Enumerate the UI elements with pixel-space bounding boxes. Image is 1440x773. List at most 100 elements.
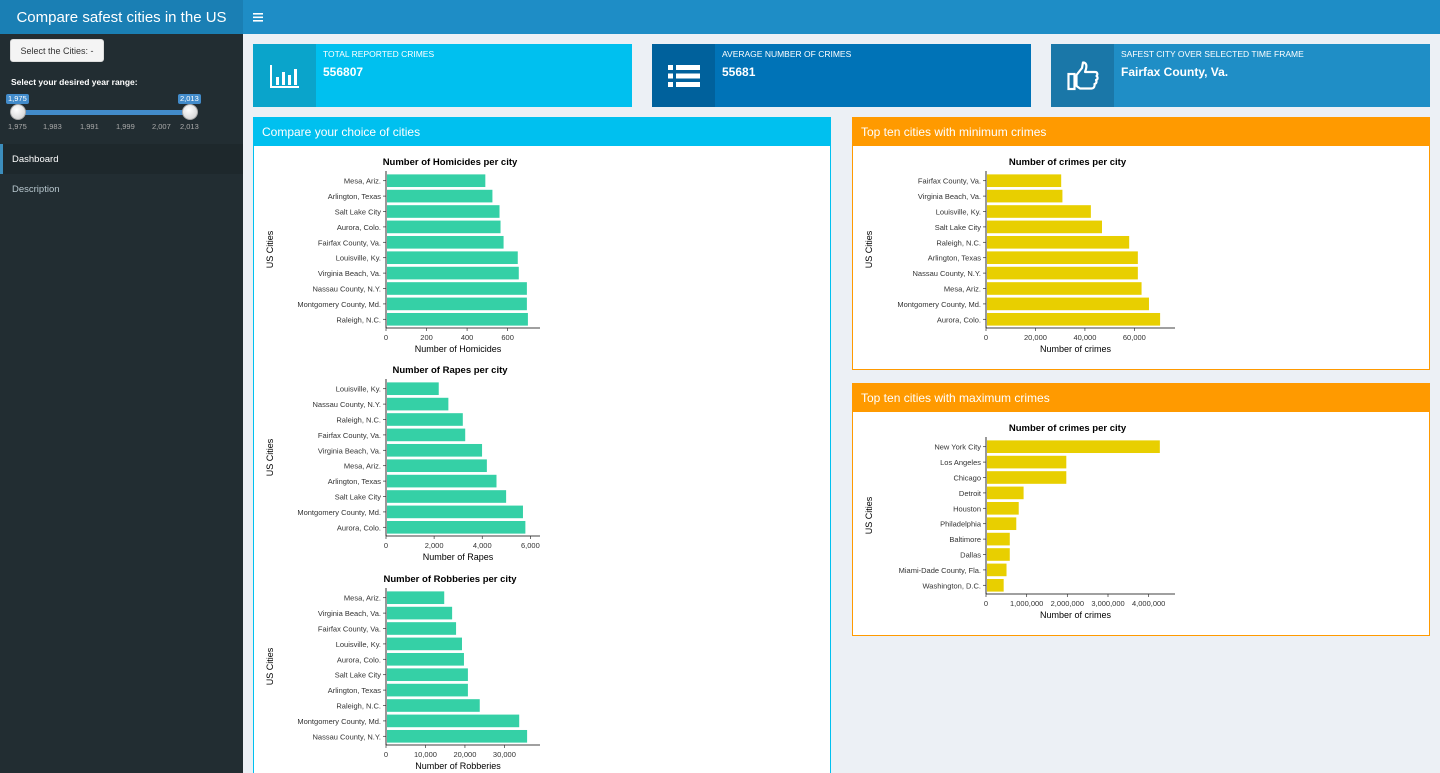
bar-salt-lake-city [387, 668, 468, 682]
menu-item-dashboard[interactable]: Dashboard [0, 144, 243, 174]
y-tick-label: Montgomery County, Md. [297, 717, 381, 726]
y-tick-label: Louisville, Ky. [936, 208, 981, 217]
max-crimes-box: Top ten cities with maximum crimes Numbe… [852, 383, 1430, 636]
bar-virginia-beach-va [387, 443, 483, 457]
x-axis-label: Number of crimes [1040, 610, 1112, 620]
compare-cities-box: Compare your choice of cities Number of … [253, 117, 831, 773]
bar-baltimore [987, 532, 1010, 546]
infobox-label: TOTAL REPORTED CRIMES [323, 49, 435, 59]
y-axis-label: US Cities [265, 230, 275, 268]
list-icon [652, 44, 715, 107]
x-tick-label: 0 [384, 333, 388, 342]
bar-salt-lake-city [987, 220, 1102, 234]
infobox-value: Fairfax County, Va. [1121, 65, 1229, 79]
y-axis-label: US Cities [864, 230, 874, 268]
bar-nassau-county-n-y [387, 282, 527, 295]
x-tick-label: 0 [384, 541, 388, 550]
bar-fairfax-county-va [387, 235, 504, 249]
min-crimes-chart: Number of crimes per city Fairfax County,… [864, 157, 1175, 354]
x-tick-label: 6,000 [521, 541, 540, 550]
bar-chicago [987, 471, 1067, 484]
bar-raleigh-n-c [987, 235, 1130, 249]
bar-louisville-ky [387, 637, 462, 651]
bar-arlington-texas [987, 251, 1138, 265]
bar-arlington-texas [387, 474, 497, 488]
y-tick-label: Raleigh, N.C. [936, 238, 981, 247]
y-tick-label: Salt Lake City [335, 671, 382, 680]
y-tick-label: Aurora, Colo. [337, 523, 381, 532]
rapes-chart: Number of Rapes per city Louisville, Ky. N… [265, 365, 540, 562]
infobox-average-crimes: AVERAGE NUMBER OF CRIMES 55681 [652, 44, 1031, 107]
year-range-label: Select your desired year range: [11, 77, 138, 87]
bar-los-angeles [987, 455, 1067, 469]
y-tick-label: Salt Lake City [935, 223, 982, 232]
y-tick-label: Montgomery County, Md. [297, 508, 381, 517]
y-tick-label: Fairfax County, Va. [318, 625, 381, 634]
bar-aurora-colo [387, 652, 464, 666]
thumbs-up-icon [1051, 44, 1114, 107]
y-tick-label: Raleigh, N.C. [336, 315, 381, 324]
infobox-total-crimes: TOTAL REPORTED CRIMES 556807 [253, 44, 632, 107]
slider-from-handle[interactable] [10, 104, 26, 120]
bar-montgomery-county-md [987, 297, 1149, 311]
y-tick-label: Baltimore [949, 535, 981, 544]
bar-montgomery-county-md [387, 505, 523, 519]
select-cities-button[interactable]: Select the Cities: - [10, 39, 104, 62]
y-tick-label: Mesa, Ariz. [344, 462, 381, 471]
y-tick-label: Mesa, Ariz. [344, 177, 381, 186]
y-tick-label: Arlington, Texas [328, 477, 381, 486]
slider-tick: 1,999 [116, 122, 135, 131]
y-tick-label: Dallas [960, 551, 981, 560]
bar-louisville-ky [987, 205, 1091, 218]
app-title: Compare safest cities in the US [0, 0, 243, 34]
y-tick-label: Mesa, Ariz. [944, 285, 981, 294]
infobox-safest-city: SAFEST CITY OVER SELECTED TIME FRAME Fai… [1051, 44, 1430, 107]
bar-montgomery-county-md [387, 714, 520, 728]
menu-item-description[interactable]: Description [0, 174, 243, 204]
x-tick-label: 400 [461, 333, 474, 342]
y-tick-label: Louisville, Ky. [336, 385, 381, 394]
y-tick-label: Nassau County, N.Y. [312, 732, 381, 741]
bar-mesa-ariz [387, 591, 445, 605]
slider-tick: 1,975 [8, 122, 27, 131]
x-tick-label: 4,000,000 [1132, 599, 1165, 608]
bar-nassau-county-n-y [387, 729, 528, 743]
bar-fairfax-county-va [987, 174, 1062, 188]
y-axis-label: US Cities [265, 438, 275, 476]
sidebar: Select the Cities: - Select your desired… [0, 34, 243, 773]
y-tick-label: Aurora, Colo. [337, 655, 381, 664]
chart-title: Number of Rapes per city [392, 365, 508, 376]
x-tick-label: 1,000,000 [1010, 599, 1043, 608]
bar-mesa-ariz [387, 459, 487, 473]
bar-fairfax-county-va [387, 622, 457, 635]
infobox-label: SAFEST CITY OVER SELECTED TIME FRAME [1121, 49, 1304, 59]
bar-virginia-beach-va [387, 606, 453, 620]
y-tick-label: Montgomery County, Md. [297, 300, 381, 309]
year-range-slider[interactable]: 1,975 2,013 1,975 1,983 1,991 1,999 2,00… [6, 92, 205, 142]
infobox-value: 556807 [323, 65, 364, 79]
hamburger-icon[interactable] [253, 9, 267, 25]
y-tick-label: Aurora, Colo. [337, 223, 381, 232]
bar-houston [987, 501, 1019, 515]
slider-bar[interactable] [18, 110, 190, 115]
x-tick-label: 0 [384, 750, 388, 759]
max-crimes-chart: Number of crimes per city New York City Lo… [864, 423, 1175, 620]
slider-to-handle[interactable] [182, 104, 198, 120]
x-tick-label: 0 [984, 599, 988, 608]
bar-fairfax-county-va [387, 428, 466, 442]
chart-title: Number of crimes per city [1009, 157, 1127, 168]
slider-tick: 2,007 [152, 122, 171, 131]
x-tick-label: 2,000 [425, 541, 444, 550]
bar-aurora-colo [387, 220, 501, 234]
y-tick-label: Fairfax County, Va. [918, 177, 981, 186]
chart-title: Number of Robberies per city [383, 574, 517, 585]
bar-raleigh-n-c [387, 699, 480, 712]
bar-mesa-ariz [387, 174, 486, 188]
bar-mesa-ariz [987, 282, 1142, 295]
bar-nassau-county-n-y [987, 266, 1138, 280]
bar-washington-d-c [987, 578, 1004, 592]
y-axis-label: US Cities [265, 647, 275, 685]
y-tick-label: Nassau County, N.Y. [912, 269, 981, 278]
min-box-title: Top ten cities with minimum crimes [853, 118, 1429, 146]
min-crimes-box: Top ten cities with minimum crimes Numbe… [852, 117, 1430, 370]
